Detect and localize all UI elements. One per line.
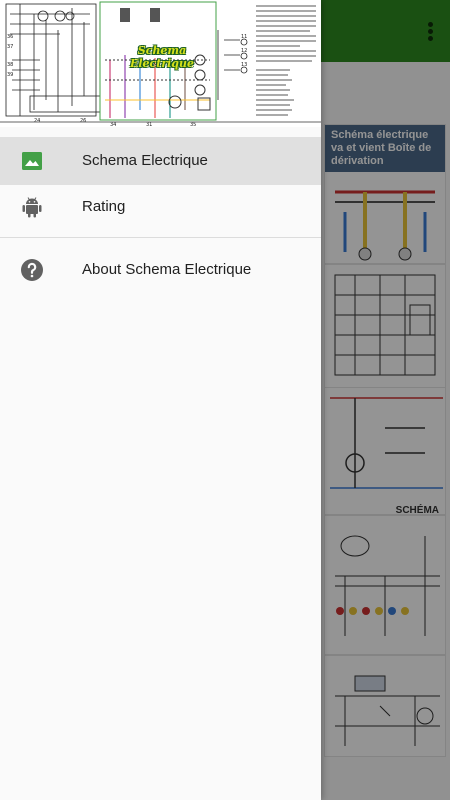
svg-text:39: 39 xyxy=(7,72,13,78)
nav-item-rating[interactable]: Rating xyxy=(0,183,321,231)
navigation-drawer: 36 37 38 39 24 26 34 31 35 11 12 13 Sche… xyxy=(0,0,321,800)
help-icon xyxy=(21,259,43,281)
svg-text:26: 26 xyxy=(80,118,86,124)
nav-item-label: About Schema Electrique xyxy=(82,261,252,278)
svg-text:37: 37 xyxy=(7,44,13,50)
image-icon xyxy=(22,152,42,170)
svg-text:35: 35 xyxy=(190,122,196,127)
svg-text:36: 36 xyxy=(7,34,13,40)
android-icon xyxy=(22,197,42,218)
svg-text:11: 11 xyxy=(241,34,247,40)
svg-text:13: 13 xyxy=(241,62,247,68)
svg-text:24: 24 xyxy=(34,118,40,124)
svg-text:34: 34 xyxy=(110,122,116,127)
nav-item-label: Schema Electrique xyxy=(82,152,208,169)
svg-text:12: 12 xyxy=(241,48,247,54)
svg-text:38: 38 xyxy=(7,62,13,68)
nav-item-schema-electrique[interactable]: Schema Electrique xyxy=(0,137,321,185)
nav-item-about[interactable]: About Schema Electrique xyxy=(0,246,321,294)
drawer-divider xyxy=(0,237,321,238)
svg-text:31: 31 xyxy=(146,122,152,127)
nav-item-label: Rating xyxy=(82,198,126,215)
header-title: Schema Electrique xyxy=(129,44,194,70)
drawer-header: 36 37 38 39 24 26 34 31 35 11 12 13 Sche… xyxy=(0,0,321,127)
